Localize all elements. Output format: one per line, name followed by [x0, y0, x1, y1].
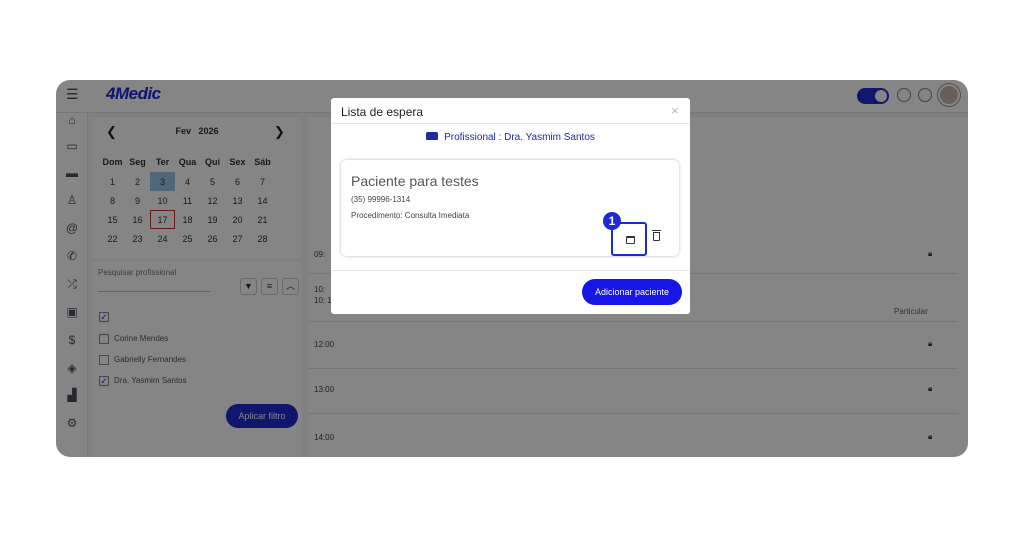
add-patient-button[interactable]: Adicionar paciente [582, 279, 682, 305]
trash-icon[interactable] [652, 230, 661, 241]
divider [331, 270, 690, 271]
professional-text: Profissional : Dra. Yasmim Santos [444, 132, 595, 143]
professional-label: Profissional : Dra. Yasmim Santos [331, 132, 690, 143]
close-icon[interactable]: × [671, 103, 679, 118]
patient-procedure: Procedimento: Consulta Imediata [351, 211, 470, 220]
step-badge: 1 [603, 212, 621, 230]
divider [331, 123, 690, 124]
modal-title: Lista de espera [341, 105, 424, 119]
patient-phone: (35) 99996-1314 [351, 195, 411, 204]
calendar-check-icon [626, 236, 635, 244]
sofa-icon [426, 132, 439, 141]
patient-card: Paciente para testes (35) 99996-1314 Pro… [341, 160, 679, 256]
waitlist-modal: Lista de espera × Profissional : Dra. Ya… [331, 98, 690, 314]
patient-name: Paciente para testes [351, 173, 479, 189]
